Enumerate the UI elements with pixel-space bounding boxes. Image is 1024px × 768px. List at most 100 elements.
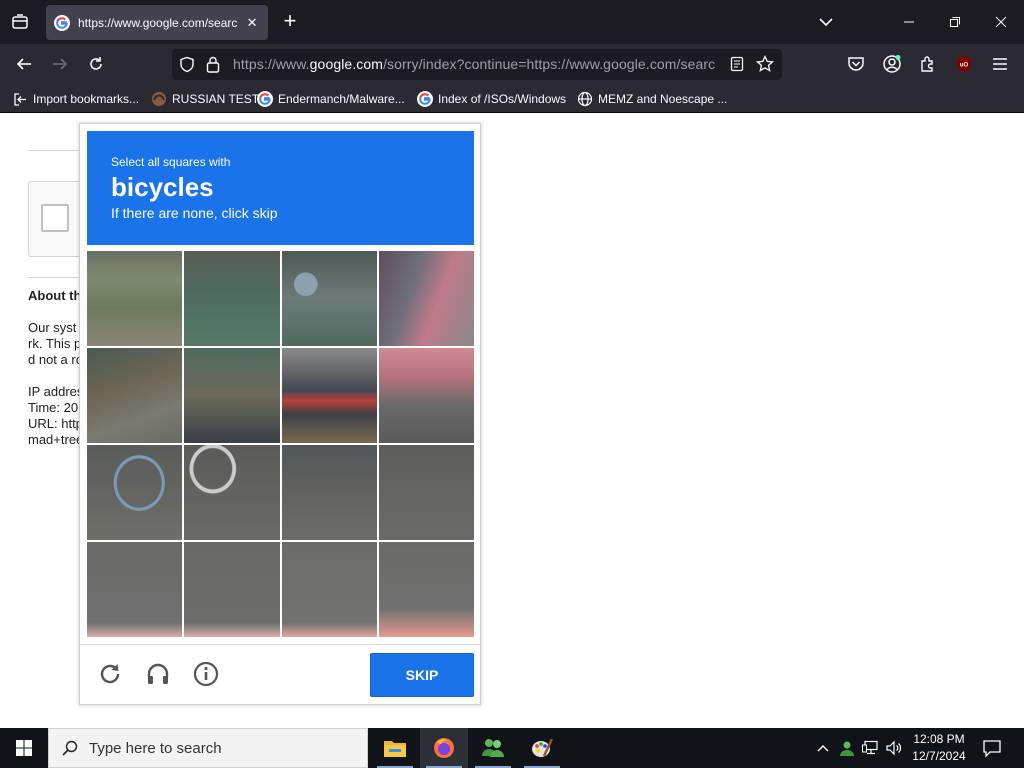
account-button[interactable] bbox=[877, 49, 907, 79]
info-button[interactable] bbox=[191, 659, 221, 689]
taskbar-people[interactable] bbox=[469, 728, 517, 768]
google-icon bbox=[417, 91, 433, 107]
tab-overflow-button[interactable] bbox=[814, 10, 838, 34]
forward-button[interactable] bbox=[45, 49, 75, 79]
network-icon bbox=[862, 740, 878, 755]
reload-icon bbox=[100, 664, 120, 684]
grid-tile[interactable] bbox=[378, 445, 474, 540]
grid-tile[interactable] bbox=[87, 542, 183, 637]
url-text[interactable]: https://www.google.com/sorry/index?conti… bbox=[233, 56, 716, 72]
bookmark-label: Index of /ISOs/Windows bbox=[438, 92, 567, 106]
bookmark-russian-test[interactable]: RUSSIAN TEST bbox=[151, 89, 259, 109]
tab-close-icon[interactable]: ✕ bbox=[244, 15, 260, 31]
bookmark-label: Endermanch/Malware... bbox=[278, 92, 405, 106]
windows-logo-icon bbox=[16, 740, 32, 756]
reader-view-icon[interactable] bbox=[730, 56, 744, 72]
tray-network[interactable] bbox=[861, 738, 881, 758]
about-line: Our syst bbox=[28, 320, 77, 335]
active-tab[interactable]: https://www.google.com/search ✕ bbox=[46, 5, 268, 40]
tab-bar: https://www.google.com/search ✕ + bbox=[0, 0, 1024, 44]
bookmark-memz[interactable]: MEMZ and Noescape ... bbox=[577, 89, 727, 109]
system-clock[interactable]: 12:08 PM 12/7/2024 bbox=[905, 731, 973, 765]
shield-icon[interactable] bbox=[179, 56, 195, 73]
grid-tile[interactable] bbox=[378, 348, 474, 443]
chevron-up-icon bbox=[817, 745, 829, 752]
skip-button[interactable]: SKIP bbox=[370, 653, 474, 697]
tab-title: https://www.google.com/search bbox=[78, 15, 239, 30]
user-status-icon bbox=[840, 741, 854, 756]
forward-arrow-icon bbox=[53, 58, 68, 70]
close-icon bbox=[995, 16, 1007, 28]
bookmarks-toolbar: Import bookmarks... RUSSIAN TEST Enderma… bbox=[0, 85, 1024, 113]
puzzle-icon bbox=[921, 56, 933, 72]
grid-tile[interactable] bbox=[281, 348, 377, 443]
account-icon bbox=[883, 55, 901, 73]
grid-tile[interactable] bbox=[378, 542, 474, 637]
grid-tile[interactable] bbox=[378, 251, 474, 346]
grid-tile[interactable] bbox=[184, 251, 280, 346]
new-tab-button[interactable]: + bbox=[276, 8, 304, 36]
people-icon bbox=[482, 739, 504, 757]
back-button[interactable] bbox=[9, 49, 39, 79]
taskbar: Type here to search 12:08 PM 12/7/2024 bbox=[0, 728, 1024, 768]
tab-list-button[interactable] bbox=[4, 6, 36, 38]
bookmark-import[interactable]: Import bookmarks... bbox=[12, 89, 139, 109]
bookmark-star-icon[interactable] bbox=[756, 55, 774, 73]
bookmark-label: MEMZ and Noescape ... bbox=[598, 92, 728, 106]
grid-tile[interactable] bbox=[184, 348, 280, 443]
grid-tile[interactable] bbox=[281, 542, 377, 637]
taskbar-paint[interactable] bbox=[518, 728, 566, 768]
grid-tile[interactable] bbox=[281, 251, 377, 346]
grid-tile[interactable] bbox=[87, 348, 183, 443]
tray-overflow-button[interactable] bbox=[813, 738, 833, 758]
reload-challenge-button[interactable] bbox=[95, 659, 125, 689]
search-icon bbox=[62, 740, 78, 756]
audio-icon bbox=[147, 663, 169, 684]
restore-icon bbox=[950, 17, 960, 27]
instruction-subtext: If there are none, click skip bbox=[111, 205, 278, 221]
pocket-icon bbox=[848, 57, 864, 71]
ublock-button[interactable]: uO bbox=[949, 49, 979, 79]
lock-icon[interactable] bbox=[206, 56, 220, 73]
notification-center-button[interactable] bbox=[980, 736, 1004, 760]
image-grid bbox=[87, 251, 474, 637]
tray-volume[interactable] bbox=[884, 738, 904, 758]
bookmark-endermanch[interactable]: Endermanch/Malware... bbox=[257, 89, 405, 109]
about-line: d not a ro bbox=[28, 352, 83, 367]
firefox-icon bbox=[434, 738, 454, 758]
bookmark-label: Import bookmarks... bbox=[33, 92, 140, 106]
taskbar-search[interactable]: Type here to search bbox=[48, 728, 368, 768]
audio-challenge-button[interactable] bbox=[143, 659, 173, 689]
address-bar[interactable]: https://www.google.com/sorry/index?conti… bbox=[172, 49, 782, 80]
minimize-button[interactable] bbox=[886, 0, 932, 44]
minimize-icon bbox=[904, 21, 914, 23]
restore-button[interactable] bbox=[932, 0, 978, 44]
challenge-footer: SKIP bbox=[80, 644, 480, 704]
volume-icon bbox=[886, 740, 902, 756]
info-icon bbox=[193, 661, 219, 687]
paint-icon bbox=[532, 738, 554, 757]
recaptcha-challenge: Select all squares with bicycles If ther… bbox=[79, 123, 481, 705]
import-icon bbox=[14, 93, 26, 106]
taskbar-file-explorer[interactable] bbox=[371, 728, 419, 768]
bookmark-isos[interactable]: Index of /ISOs/Windows bbox=[417, 89, 566, 109]
navigation-toolbar: https://www.google.com/sorry/index?conti… bbox=[0, 44, 1024, 85]
chevron-down-icon bbox=[819, 18, 833, 27]
grid-tile[interactable] bbox=[184, 445, 280, 540]
taskbar-firefox[interactable] bbox=[420, 728, 468, 768]
start-button[interactable] bbox=[0, 728, 48, 768]
site-icon bbox=[152, 92, 166, 106]
close-window-button[interactable] bbox=[978, 0, 1024, 44]
info-line: mad+tree bbox=[28, 432, 84, 447]
grid-tile[interactable] bbox=[184, 542, 280, 637]
reload-button[interactable] bbox=[81, 49, 111, 79]
grid-tile[interactable] bbox=[87, 251, 183, 346]
grid-tile[interactable] bbox=[87, 445, 183, 540]
grid-tile[interactable] bbox=[281, 445, 377, 540]
recaptcha-checkbox[interactable] bbox=[41, 204, 69, 232]
extensions-button[interactable] bbox=[913, 49, 943, 79]
tray-user-icon[interactable] bbox=[837, 738, 857, 758]
menu-button[interactable] bbox=[985, 49, 1015, 79]
notification-icon bbox=[983, 740, 1001, 758]
pocket-button[interactable] bbox=[841, 49, 871, 79]
